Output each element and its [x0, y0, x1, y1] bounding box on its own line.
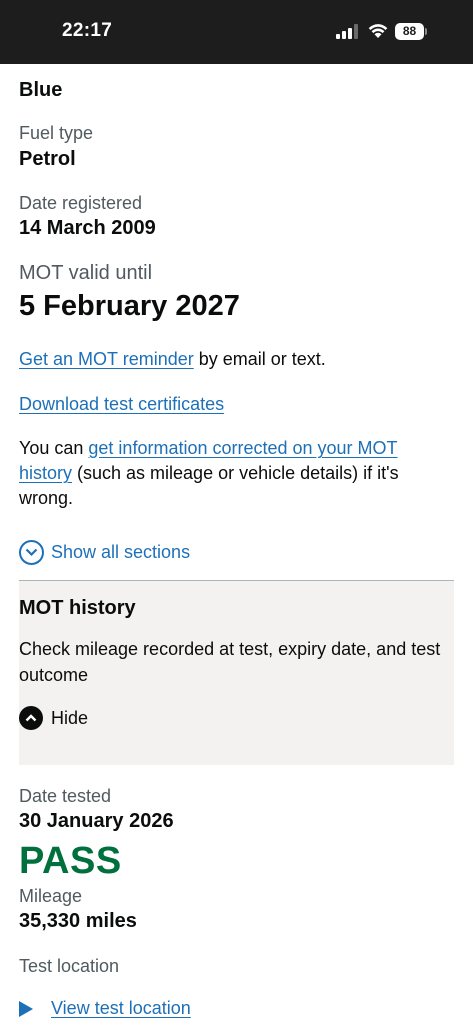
date-tested-label: Date tested [19, 786, 112, 806]
correction-suffix: (such as mileage or vehicle details) if … [19, 463, 399, 508]
download-paragraph: Download test certificates [19, 392, 449, 417]
test-location-label: Test location [19, 956, 120, 976]
date-registered-label: Date registered [19, 193, 143, 213]
colour-value: Blue [19, 79, 63, 101]
status-time: 22:17 [62, 20, 113, 41]
battery-level: 88 [395, 23, 424, 40]
hide-label: Hide [51, 707, 89, 728]
hide-section-button[interactable]: Hide [19, 706, 88, 730]
show-all-sections-label: Show all sections [51, 541, 191, 562]
mot-valid-value: 5 February 2027 [19, 290, 240, 322]
mot-reminder-link[interactable]: Get an MOT reminder [19, 349, 194, 369]
mot-reminder-paragraph: Get an MOT reminder by email or text. [19, 347, 449, 372]
mot-reminder-suffix: by email or text. [193, 349, 326, 369]
chevron-up-icon [19, 706, 43, 730]
battery-icon: 88 [395, 23, 427, 40]
mot-history-title: MOT history [19, 597, 136, 619]
fuel-type-label: Fuel type [19, 123, 94, 143]
mileage-label: Mileage [19, 886, 83, 906]
fuel-type-value: Petrol [19, 148, 76, 170]
triangle-right-icon [19, 1000, 33, 1017]
mot-valid-label: MOT valid until [19, 262, 153, 284]
status-bar: 22:17 88 [0, 0, 473, 64]
mileage-value: 35,330 miles [19, 910, 137, 932]
view-test-location-toggle[interactable]: View test location [19, 998, 191, 1019]
date-registered-value: 14 March 2009 [19, 217, 156, 239]
date-tested-value: 30 January 2026 [19, 810, 174, 832]
chevron-down-icon [19, 539, 44, 565]
view-test-location-link[interactable]: View test location [51, 998, 191, 1019]
cellular-signal-icon [336, 24, 358, 39]
correction-prefix: You can [19, 438, 89, 458]
correction-paragraph: You can get information corrected on you… [19, 436, 449, 511]
mot-history-section: MOT history Check mileage recorded at te… [19, 580, 454, 765]
battery-tip [425, 28, 427, 35]
test-result-badge: PASS [19, 840, 122, 882]
wifi-icon [368, 24, 388, 38]
download-certificates-link[interactable]: Download test certificates [19, 394, 224, 414]
mot-history-description: Check mileage recorded at test, expiry d… [19, 639, 441, 685]
show-all-sections-button[interactable]: Show all sections [19, 539, 190, 565]
